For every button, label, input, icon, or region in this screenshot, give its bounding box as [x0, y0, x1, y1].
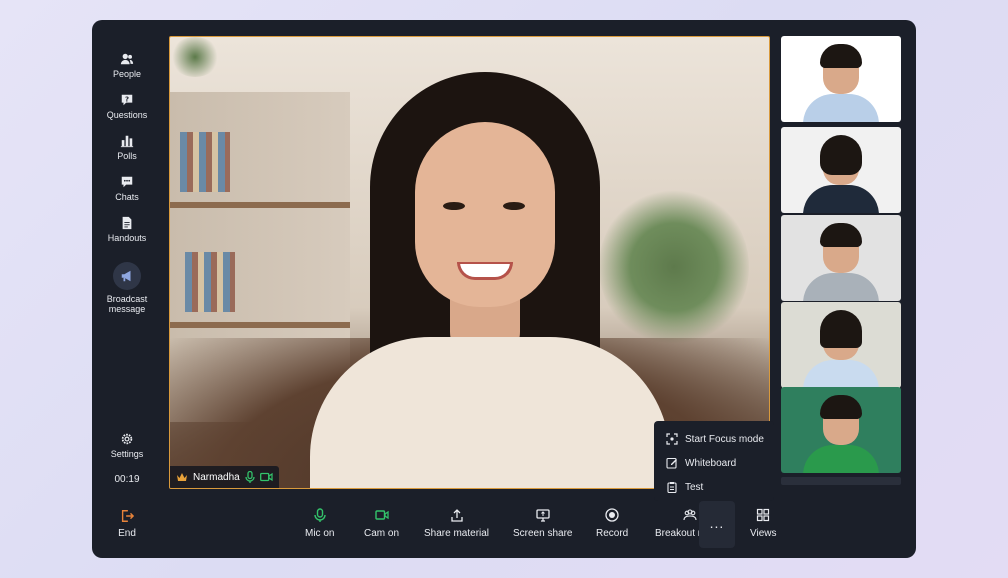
presenter-face: [415, 122, 555, 307]
sidebar-item-chats[interactable]: Chats: [92, 175, 162, 202]
share-material-button[interactable]: Share material: [424, 508, 489, 539]
menu-item-whiteboard[interactable]: Whiteboard: [654, 451, 774, 475]
mic-icon: [245, 471, 255, 483]
left-sidebar: People ? Questions Polls Chats Handouts: [92, 20, 162, 558]
crown-icon: [177, 473, 187, 481]
people-icon: [120, 52, 134, 66]
meeting-window: People ? Questions Polls Chats Handouts: [92, 20, 916, 558]
gear-icon: [120, 432, 134, 446]
call-timer: 00:19: [114, 474, 140, 485]
chat-icon: [120, 175, 134, 189]
sidebar-item-people[interactable]: People: [92, 52, 162, 79]
camera-icon: [259, 472, 273, 482]
megaphone-icon: [113, 262, 141, 290]
views-button[interactable]: Views: [750, 508, 777, 539]
sidebar-item-broadcast[interactable]: Broadcast message: [92, 262, 162, 314]
screen-share-button[interactable]: Screen share: [513, 508, 572, 539]
settings-button[interactable]: Settings: [92, 432, 162, 459]
participant-tile[interactable]: [781, 215, 901, 301]
clipboard-icon: [667, 482, 677, 493]
bottom-toolbar: Mic on Cam on Share material Screen shar…: [162, 498, 916, 558]
monitor-icon: [536, 509, 550, 522]
record-button[interactable]: Record: [596, 508, 628, 539]
participant-tile[interactable]: [781, 127, 901, 213]
sidebar-item-label: message: [108, 304, 146, 314]
more-options-button[interactable]: ...: [699, 501, 735, 548]
sidebar-item-label: Broadcast: [106, 294, 148, 304]
menu-item-focus-mode[interactable]: Start Focus mode: [654, 427, 774, 451]
participant-tile[interactable]: [781, 387, 901, 473]
participant-scrollbar[interactable]: [781, 477, 901, 485]
focus-icon: [666, 433, 678, 445]
participant-tile[interactable]: [781, 36, 901, 122]
camera-button[interactable]: Cam on: [364, 508, 399, 539]
sidebar-item-polls[interactable]: Polls: [92, 134, 162, 161]
sidebar-item-label: Questions: [106, 110, 148, 120]
sidebar-item-label: Handouts: [107, 233, 147, 243]
record-icon: [605, 508, 619, 522]
end-call-button[interactable]: End: [92, 504, 162, 548]
sidebar-item-label: Polls: [117, 151, 137, 161]
presenter-name-tag: Narmadha: [170, 466, 279, 488]
end-label: End: [118, 528, 136, 539]
mic-button[interactable]: Mic on: [305, 508, 334, 539]
background-plant: [599, 187, 749, 347]
polls-icon: [120, 134, 134, 148]
presenter-name: Narmadha: [193, 471, 240, 483]
svg-text:?: ?: [125, 95, 129, 103]
camera-icon: [374, 510, 389, 520]
mic-icon: [314, 508, 326, 522]
grid-icon: [757, 508, 770, 522]
exit-icon: [121, 510, 134, 522]
sidebar-item-label: Chats: [115, 192, 139, 202]
group-icon: [683, 509, 697, 521]
upload-icon: [450, 509, 463, 522]
question-icon: ?: [120, 93, 134, 107]
menu-item-test[interactable]: Test: [654, 475, 774, 499]
sidebar-item-handouts[interactable]: Handouts: [92, 216, 162, 243]
presenter-sweater: [310, 337, 670, 488]
settings-label: Settings: [110, 449, 144, 459]
handout-icon: [120, 216, 134, 230]
participant-tile[interactable]: [781, 302, 901, 388]
sidebar-item-questions[interactable]: ? Questions: [92, 93, 162, 120]
sidebar-item-label: People: [112, 69, 142, 79]
more-options-menu: Start Focus mode Whiteboard Test: [654, 421, 774, 501]
edit-icon: [666, 457, 677, 469]
